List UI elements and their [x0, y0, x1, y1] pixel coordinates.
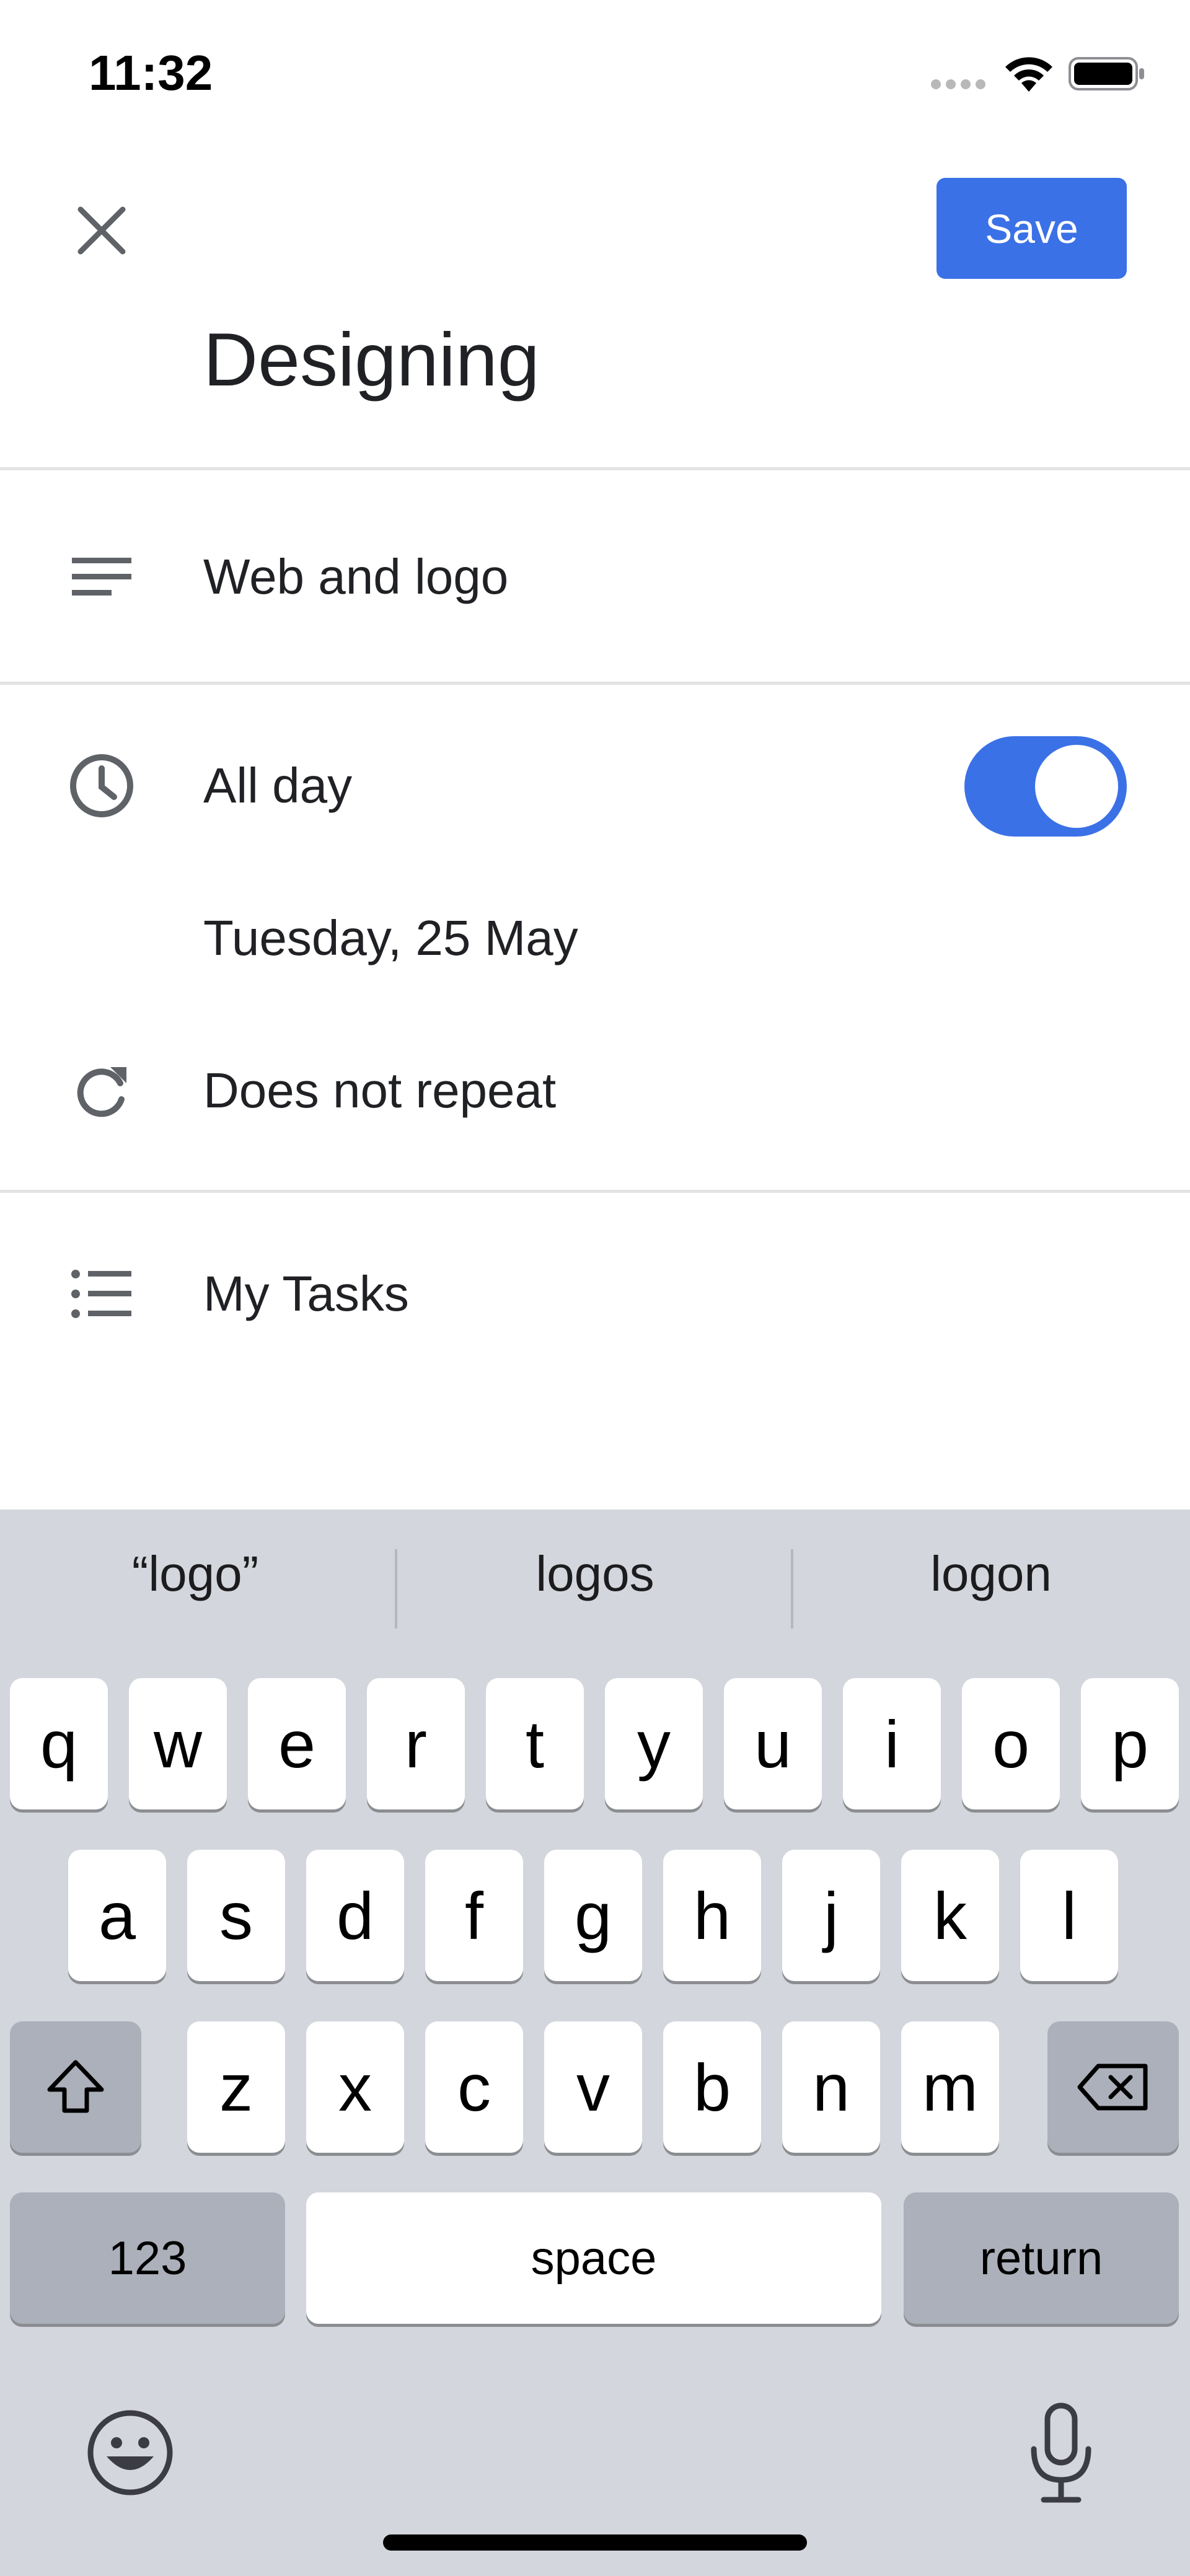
space-key[interactable]: space	[306, 2192, 881, 2324]
task-list-field[interactable]: My Tasks	[203, 1265, 409, 1322]
wifi-icon	[1005, 57, 1052, 92]
key-z[interactable]: z	[187, 2021, 285, 2153]
battery-icon	[1069, 57, 1144, 90]
key-j[interactable]: j	[782, 1850, 880, 1981]
key-w[interactable]: w	[129, 1678, 227, 1809]
status-time: 11:32	[89, 45, 213, 100]
key-y[interactable]: y	[605, 1678, 703, 1809]
emoji-icon	[87, 2410, 173, 2495]
key-e[interactable]: e	[248, 1678, 346, 1809]
key-a[interactable]: a	[68, 1850, 166, 1981]
key-b[interactable]: b	[663, 2021, 761, 2153]
all-day-label: All day	[203, 758, 353, 813]
key-v[interactable]: v	[544, 2021, 642, 2153]
key-i[interactable]: i	[843, 1678, 941, 1809]
key-l[interactable]: l	[1020, 1850, 1118, 1981]
shift-icon	[47, 2060, 104, 2113]
backspace-icon	[1077, 2064, 1148, 2111]
key-u[interactable]: u	[724, 1678, 822, 1809]
description-icon	[72, 558, 131, 596]
shift-key[interactable]	[10, 2021, 141, 2153]
home-indicator	[383, 2534, 807, 2551]
key-d[interactable]: d	[306, 1850, 404, 1981]
dictation-button[interactable]	[1015, 2401, 1107, 2506]
date-field[interactable]: Tuesday, 25 May	[203, 910, 578, 967]
suggestion-1[interactable]: “logo”	[0, 1545, 390, 1602]
event-title-input[interactable]: Designing	[203, 316, 540, 403]
delete-key[interactable]	[1047, 2021, 1179, 2153]
key-t[interactable]: t	[486, 1678, 584, 1809]
key-k[interactable]: k	[901, 1850, 999, 1981]
key-r[interactable]: r	[367, 1678, 465, 1809]
key-o[interactable]: o	[962, 1678, 1060, 1809]
numbers-key[interactable]: 123	[10, 2192, 285, 2324]
repeat-icon	[77, 1067, 126, 1117]
key-s[interactable]: s	[187, 1850, 285, 1981]
key-g[interactable]: g	[544, 1850, 642, 1981]
divider	[0, 467, 1190, 470]
key-x[interactable]: x	[306, 2021, 404, 2153]
repeat-field[interactable]: Does not repeat	[203, 1062, 556, 1119]
divider	[0, 1190, 1190, 1193]
clock-icon	[70, 754, 133, 817]
emoji-button[interactable]	[84, 2407, 176, 2499]
description-field[interactable]: Web and logo	[203, 548, 508, 605]
key-h[interactable]: h	[663, 1850, 761, 1981]
key-q[interactable]: q	[10, 1678, 108, 1809]
suggestion-3[interactable]: logon	[796, 1545, 1186, 1602]
key-m[interactable]: m	[901, 2021, 999, 2153]
close-icon	[77, 206, 126, 255]
divider	[0, 682, 1190, 685]
all-day-toggle[interactable]	[964, 736, 1127, 837]
cellular-signal-icon	[931, 79, 985, 89]
list-icon	[71, 1270, 131, 1318]
key-c[interactable]: c	[425, 2021, 523, 2153]
suggestion-2[interactable]: logos	[400, 1545, 790, 1602]
key-p[interactable]: p	[1081, 1678, 1179, 1809]
microphone-icon	[1031, 2402, 1091, 2503]
suggestion-separator	[791, 1549, 793, 1629]
key-f[interactable]: f	[425, 1850, 523, 1981]
toggle-knob	[1035, 745, 1118, 828]
return-key[interactable]: return	[904, 2192, 1179, 2324]
save-button[interactable]: Save	[937, 178, 1127, 279]
key-n[interactable]: n	[782, 2021, 880, 2153]
suggestion-separator	[395, 1549, 397, 1629]
close-button[interactable]	[67, 196, 136, 265]
